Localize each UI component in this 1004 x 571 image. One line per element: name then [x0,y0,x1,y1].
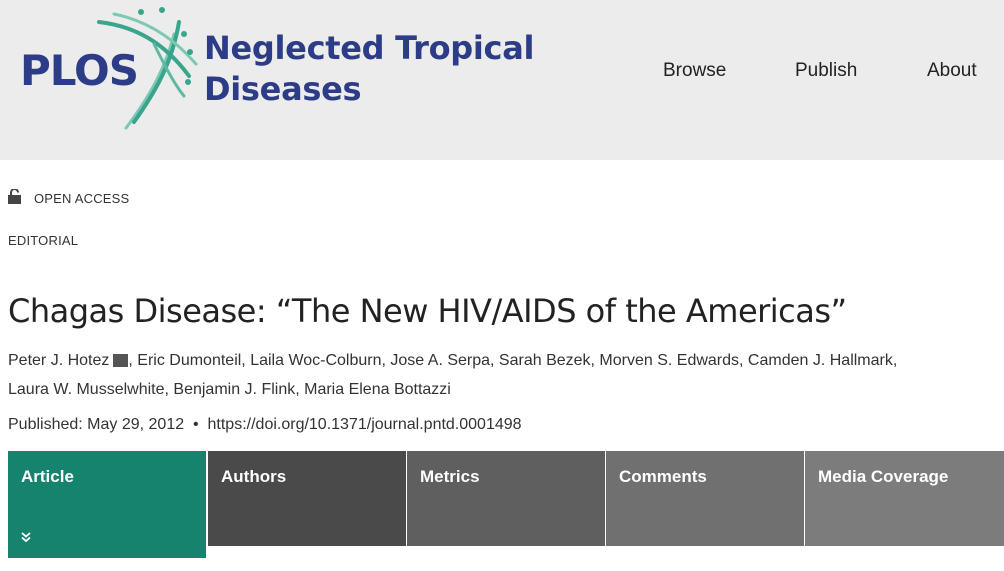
published-label: Published: [8,416,83,433]
tab-article[interactable]: Article [8,451,206,558]
author-name[interactable]: Jose A. Serpa [390,352,490,369]
author-list: Peter J. Hotez, Eric Dumonteil, Laila Wo… [8,352,898,398]
published-date: May 29, 2012 [87,416,185,433]
separator-dot: • [193,416,199,433]
open-lock-icon [8,189,21,204]
author-name[interactable]: Camden J. Hallmark [748,352,893,369]
journal-name[interactable]: Neglected Tropical Diseases [204,28,564,110]
nav-publish[interactable]: Publish [795,60,857,82]
tab-label: Media Coverage [818,467,949,486]
open-access-label: OPEN ACCESS [34,191,130,206]
tab-label: Authors [221,467,287,486]
author-name[interactable]: Laila Woc-Colburn [250,352,381,369]
author-name[interactable]: Eric Dumonteil [137,352,241,369]
mail-icon[interactable] [113,354,129,367]
site-header: PLOS Neglected Tropical Diseases Browse … [0,0,1004,160]
tab-label: Article [21,467,74,486]
tab-label: Comments [619,467,707,486]
article-type: EDITORIAL [8,233,79,248]
nav-about[interactable]: About [927,60,977,82]
nav-browse[interactable]: Browse [663,60,726,82]
article-tabs: Article Authors Metrics Comments Media C… [8,451,1004,559]
tab-label: Metrics [420,467,480,486]
author-name[interactable]: Laura W. Musselwhite [8,381,165,398]
author-name[interactable]: Benjamin J. Flink [173,381,295,398]
article-title: Chagas Disease: “The New HIV/AIDS of the… [8,292,847,330]
author-name[interactable]: Maria Elena Bottazzi [304,381,451,398]
author-name[interactable]: Peter J. Hotez [8,352,129,369]
tab-comments[interactable]: Comments [606,451,804,546]
double-chevron-down-icon [21,532,31,543]
tab-media-coverage[interactable]: Media Coverage [805,451,1004,546]
doi-link[interactable]: https://doi.org/10.1371/journal.pntd.000… [208,416,522,433]
tab-metrics[interactable]: Metrics [407,451,605,546]
publication-info: Published: May 29, 2012 • https://doi.or… [8,416,522,434]
logo-text: PLOS [20,46,138,95]
tab-authors[interactable]: Authors [208,451,406,546]
author-name[interactable]: Sarah Bezek [499,352,591,369]
author-name[interactable]: Morven S. Edwards [599,352,739,369]
